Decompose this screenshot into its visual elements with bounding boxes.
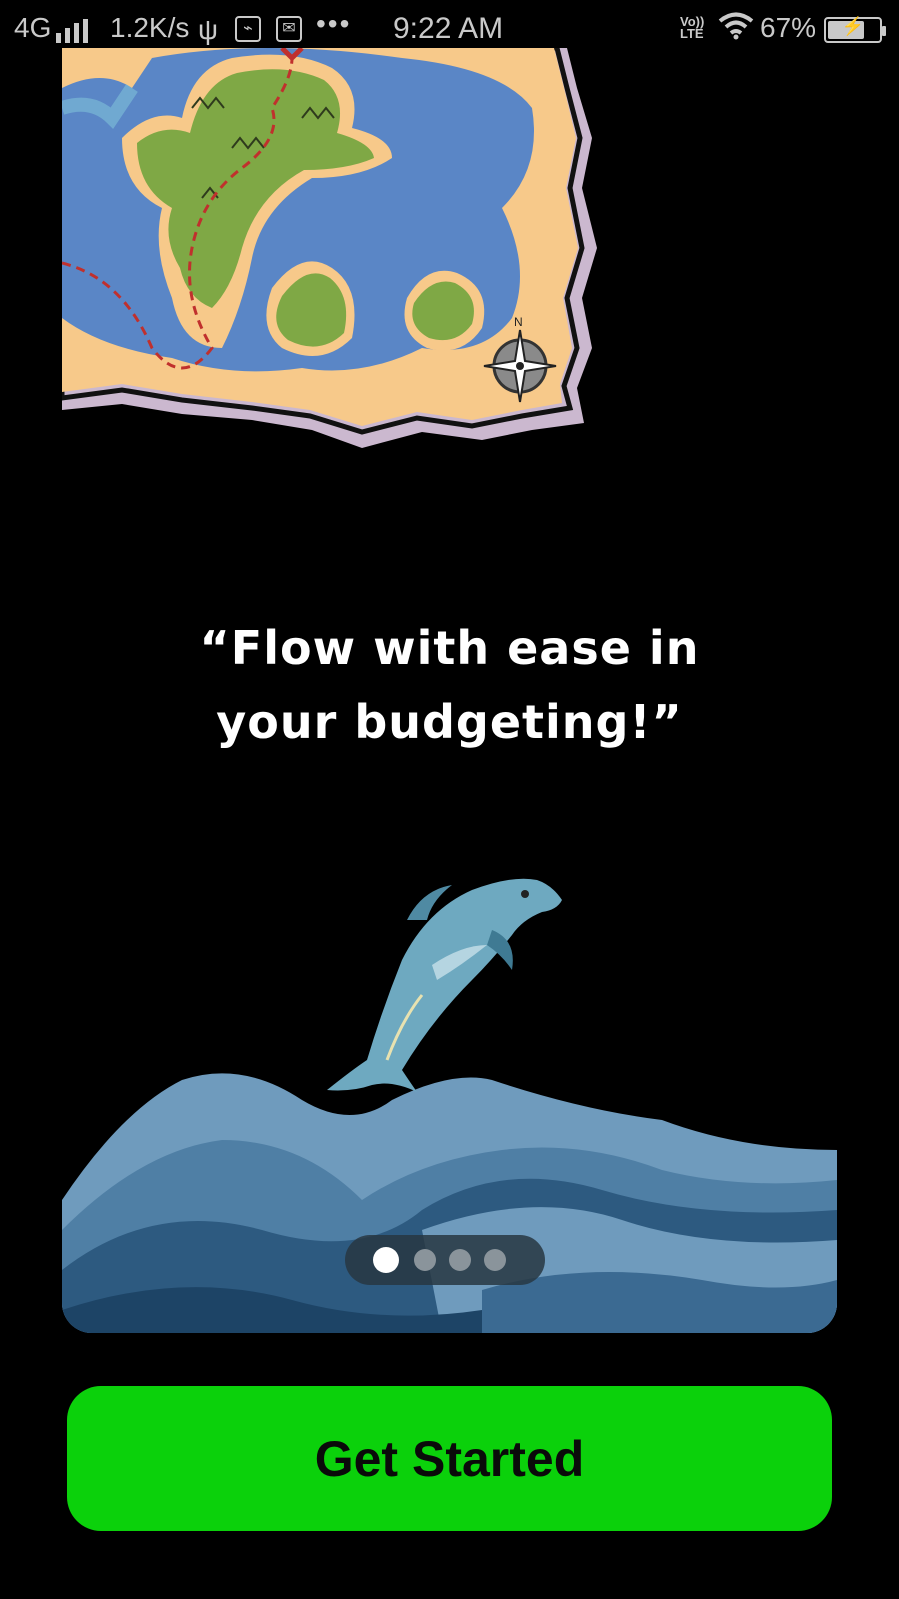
usb-debug-icon: ⌁ (235, 16, 261, 42)
charging-icon: ⚡ (841, 16, 865, 36)
wifi-icon (718, 10, 754, 47)
quote-line-2: your budgeting!” (216, 695, 683, 749)
page-indicator (345, 1235, 545, 1285)
volte-icon: Vo)) LTE (680, 15, 704, 41)
network-type: 4G (14, 12, 52, 43)
usb-icon: ψ (198, 14, 218, 45)
lte-label: LTE (680, 26, 704, 41)
page-dot-2[interactable] (414, 1249, 436, 1271)
quote-line-1: “Flow with ease in (199, 621, 700, 675)
page-dot-3[interactable] (449, 1249, 471, 1271)
dolphin-illustration (327, 878, 562, 1092)
page-dot-1[interactable] (373, 1247, 399, 1273)
onboarding-quote: “Flow with ease in your budgeting!” (0, 611, 899, 759)
signal-icon (56, 18, 90, 50)
battery-cap (882, 26, 886, 36)
network-speed: 1.2K/s (110, 12, 190, 43)
compass-north-label: N (514, 315, 523, 329)
more-notifications-icon: ••• (316, 8, 352, 39)
page-dot-4[interactable] (484, 1249, 506, 1271)
battery-percent: 67% (760, 12, 817, 43)
clock: 9:22 AM (393, 12, 504, 45)
treasure-map-illustration: N (59, 45, 612, 458)
get-started-button[interactable]: Get Started (67, 1386, 832, 1531)
message-icon: ✉ (276, 16, 302, 42)
battery-icon: ⚡ (824, 16, 886, 43)
